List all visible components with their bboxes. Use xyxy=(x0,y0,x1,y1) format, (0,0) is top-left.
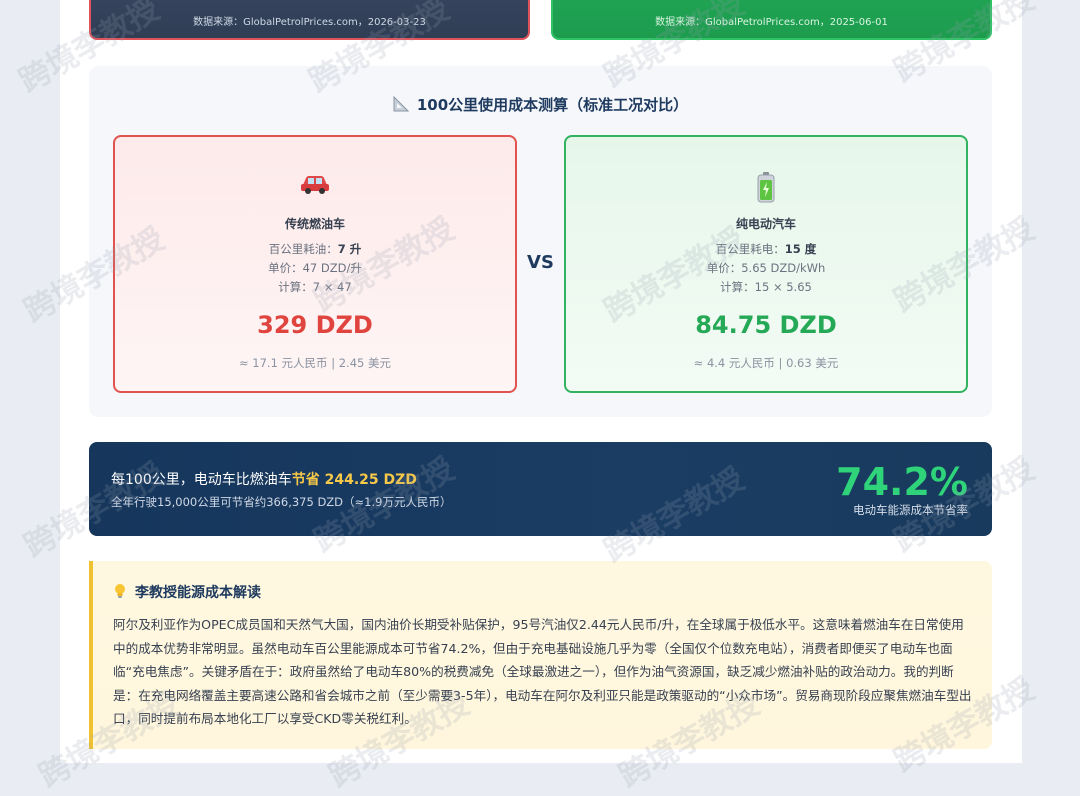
fuel-unit-price: 单价：47 DZD/升 xyxy=(268,261,362,275)
page: 数据来源：GlobalPetrolPrices.com，2026-03-23 数… xyxy=(60,0,1022,763)
triangle-ruler-icon xyxy=(393,95,410,116)
annual-savings: 全年行驶15,000公里可节省约366,375 DZD（≈1.9万元人民币） xyxy=(111,495,452,509)
ev-data-source: 数据来源：GlobalPetrolPrices.com，2025-06-01 xyxy=(655,17,888,28)
fuel-formula: 计算：7 × 47 xyxy=(278,280,352,294)
savings-headline: 每100公里，电动车比燃油车节省 244.25 DZD xyxy=(111,472,417,488)
fuel-data-source: 数据来源：GlobalPetrolPrices.com，2026-03-23 xyxy=(193,17,426,28)
fuel-car-name: 传统燃油车 xyxy=(284,217,345,231)
car-icon xyxy=(115,171,515,201)
fuel-consumption: 百公里耗油：7 升 xyxy=(268,242,362,256)
battery-icon xyxy=(566,171,966,203)
ev-car-card: 纯电动汽车 百公里耗电：15 度 单价：5.65 DZD/kWh 计算：15 ×… xyxy=(564,135,968,393)
savings-banner: 每100公里，电动车比燃油车节省 244.25 DZD 全年行驶15,000公里… xyxy=(89,442,992,536)
analysis-text: 阿尔及利亚作为OPEC成员国和天然气大国，国内油价长期受补贴保护，95号汽油仅2… xyxy=(113,617,972,726)
ev-formula: 计算：15 × 5.65 xyxy=(720,280,812,294)
ev-consumption: 百公里耗电：15 度 xyxy=(715,242,817,256)
fuel-cost-conversion: ≈ 17.1 元人民币 | 2.45 美元 xyxy=(239,356,391,370)
ev-cost-value: 84.75 DZD xyxy=(695,311,837,339)
fuel-car-card: 传统燃油车 百公里耗油：7 升 单价：47 DZD/升 计算：7 × 47 32… xyxy=(113,135,517,393)
ev-unit-price: 单价：5.65 DZD/kWh xyxy=(706,261,826,275)
analysis-box: 李教授能源成本解读 阿尔及利亚作为OPEC成员国和天然气大国，国内油价长期受补贴… xyxy=(89,561,992,749)
calc-title: 100公里使用成本测算（标准工况对比） xyxy=(89,94,992,116)
analysis-title: 李教授能源成本解读 xyxy=(113,582,261,603)
fuel-cost-value: 329 DZD xyxy=(257,311,373,339)
lightbulb-icon xyxy=(113,583,127,603)
fuel-price-card: 数据来源：GlobalPetrolPrices.com，2026-03-23 xyxy=(89,0,530,40)
cost-calculation-section: 100公里使用成本测算（标准工况对比） 传统燃油车 百公里耗油：7 升 单价：4… xyxy=(89,66,992,417)
ev-cost-conversion: ≈ 4.4 元人民币 | 0.63 美元 xyxy=(693,356,839,370)
ev-car-name: 纯电动汽车 xyxy=(735,217,796,231)
savings-percent-label: 电动车能源成本节省率 xyxy=(853,503,968,517)
ev-price-card: 数据来源：GlobalPetrolPrices.com，2025-06-01 xyxy=(551,0,992,40)
savings-highlight: 节省 244.25 DZD xyxy=(291,472,417,488)
vs-label: VS xyxy=(527,252,554,273)
savings-percent: 74.2% xyxy=(836,460,968,504)
